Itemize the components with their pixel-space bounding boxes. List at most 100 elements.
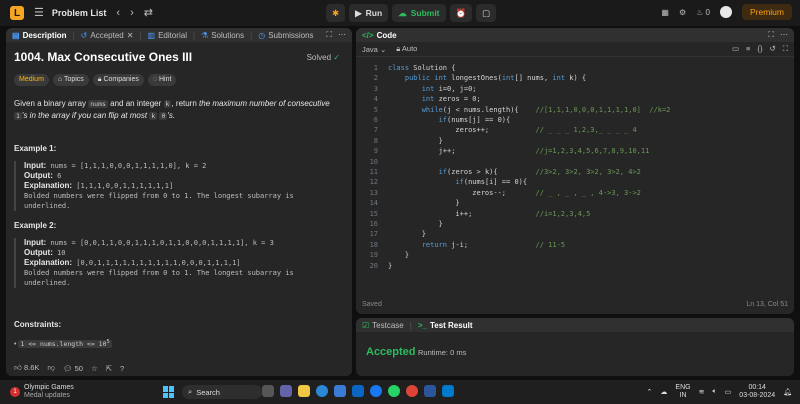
chrome-icon[interactable]	[406, 385, 418, 397]
code-line[interactable]: 4 int zeros = 0;	[356, 94, 794, 104]
code-line[interactable]: 11 if(zeros > k){ //3>2, 3>2, 3>2, 3>2, …	[356, 167, 794, 177]
task-view-icon[interactable]	[262, 385, 274, 397]
more-icon[interactable]: ⋯	[780, 30, 788, 40]
code-line[interactable]: 15 i++; //i=1,2,3,4,5	[356, 209, 794, 219]
store-icon[interactable]	[334, 385, 346, 397]
dislike-icon[interactable]: 👎︎	[47, 363, 55, 373]
code-line[interactable]: 8 }	[356, 136, 794, 146]
code-line[interactable]: 6 if(nums[j] == 0){	[356, 115, 794, 125]
code-line[interactable]: 20}	[356, 261, 794, 271]
close-icon[interactable]: ✕	[127, 31, 134, 40]
code-line[interactable]: 3 int i=0, j=0;	[356, 84, 794, 94]
top-bar: L ☰ Problem List ‹ › ⇄ ✱ ▶ Run ☁ Submit …	[0, 0, 800, 26]
tab-submissions-label: Submissions	[268, 30, 314, 40]
wifi-icon[interactable]: ≋	[699, 388, 705, 396]
language-indicator[interactable]: ENG IN	[675, 384, 690, 400]
expand-icon[interactable]: ⛶	[326, 30, 332, 40]
debug-button[interactable]: ✱	[326, 4, 346, 22]
leetcode-logo-icon[interactable]: L	[10, 6, 24, 20]
chevron-up-icon[interactable]: ⌃	[647, 388, 653, 396]
format-icon[interactable]: ≡	[746, 44, 750, 54]
settings-gear-icon[interactable]: ⚙	[679, 8, 686, 17]
terminal-icon: >_	[417, 320, 427, 330]
edge-icon[interactable]	[316, 385, 328, 397]
taskbar-search[interactable]: ⌕ Search	[182, 385, 262, 399]
timer-button[interactable]: ⏰	[449, 4, 473, 22]
code-line[interactable]: 16 }	[356, 219, 794, 229]
tab-description[interactable]: ▤ Description	[12, 31, 67, 40]
braces-icon[interactable]: {}	[757, 44, 762, 54]
code-line[interactable]: 9 j++; //j=1,2,3,4,5,6,7,8,9,10,11	[356, 146, 794, 156]
layout-grid-icon[interactable]: ▦	[661, 8, 669, 17]
windows-start-icon[interactable]	[163, 386, 175, 398]
problem-title[interactable]: 1004. Max Consecutive Ones III	[14, 50, 344, 64]
language-select[interactable]: Java ⌄	[362, 45, 386, 54]
prev-problem-icon[interactable]: ‹	[116, 0, 120, 26]
problem-list-icon[interactable]: ☰	[34, 0, 44, 26]
next-problem-icon[interactable]: ›	[130, 0, 134, 26]
file-explorer-icon[interactable]	[298, 385, 310, 397]
tab-test-result[interactable]: >_ Test Result	[418, 321, 473, 330]
streak-counter[interactable]: ♨ 0	[696, 8, 710, 17]
avatar[interactable]	[719, 6, 732, 18]
code-line[interactable]: 14 }	[356, 198, 794, 208]
tab-solutions[interactable]: ⚗ Solutions	[201, 31, 244, 40]
teams-icon[interactable]	[280, 385, 292, 397]
code-line[interactable]: 13 zeros--; // _ , _ , _ , 4->3, 3->2	[356, 188, 794, 198]
topics-tag[interactable]: ⌂ Topics	[52, 74, 89, 86]
share-icon[interactable]: ⇱	[106, 364, 112, 373]
code-line[interactable]: 7 zeros++; // _ _ _ 1,2,3,_ _ _ _ 4	[356, 125, 794, 135]
tab-editorial[interactable]: ▥ Editorial	[148, 31, 187, 40]
hint-label: Hint	[159, 76, 172, 83]
news-widget[interactable]: 1 Olympic Games Medal updates	[10, 384, 74, 400]
tab-submissions[interactable]: ◷ Submissions	[258, 31, 313, 40]
code-toolbar: Java ⌄ 🔒︎ Auto ▭ ≡ {} ↺ ⛶	[356, 42, 794, 57]
companies-tag[interactable]: 🔒︎ Companies	[92, 74, 144, 86]
notification-bell-icon[interactable]: 🔔︎	[783, 388, 792, 396]
code-text: if(nums[i] == 0){	[455, 178, 528, 187]
expand-icon[interactable]: ⛶	[768, 30, 774, 40]
code-line[interactable]: 2 public int longestOnes(int[] nums, int…	[356, 73, 794, 83]
notes-button[interactable]: ▢	[476, 4, 497, 22]
help-icon[interactable]: ?	[120, 364, 124, 373]
linkedin-icon[interactable]	[352, 385, 364, 397]
star-icon[interactable]: ☆	[91, 364, 98, 373]
premium-button[interactable]: Premium	[741, 4, 792, 20]
code-line[interactable]: 5 while(j < nums.length){ //[1,1,1,0,0,0…	[356, 105, 794, 115]
cloud-icon[interactable]: ☁	[660, 388, 667, 396]
bookmark-icon[interactable]: ▭	[732, 44, 739, 54]
clock[interactable]: 00:14 03-08-2024	[739, 384, 775, 400]
tab-testcase[interactable]: ☑ Testcase	[362, 321, 404, 330]
fullscreen-icon[interactable]: ⛶	[783, 44, 788, 54]
shuffle-icon[interactable]: ⇄	[144, 0, 153, 26]
hint-tag[interactable]: ◌ Hint	[147, 74, 177, 86]
whatsapp-icon[interactable]	[388, 385, 400, 397]
volume-icon[interactable]: 🔈︎	[712, 388, 716, 396]
facebook-icon[interactable]	[370, 385, 382, 397]
cloud-upload-icon: ☁	[398, 7, 407, 18]
problem-list-link[interactable]: Problem List	[52, 8, 107, 18]
code-line[interactable]: 10	[356, 157, 794, 167]
search-icon: ⌕	[188, 387, 193, 396]
tab-accepted[interactable]: ↺ Accepted ✕	[81, 31, 134, 40]
tab-code[interactable]: </> Code	[362, 31, 397, 40]
like-button[interactable]: 👍︎ 8.6K	[14, 363, 39, 373]
reset-icon[interactable]: ↺	[769, 44, 775, 54]
vscode-icon[interactable]	[442, 385, 454, 397]
more-icon[interactable]: ⋯	[338, 30, 346, 40]
battery-icon[interactable]: ▭	[725, 388, 732, 396]
code-line[interactable]: 18 return j-i; // 11-5	[356, 240, 794, 250]
news-headline: Olympic Games	[24, 384, 74, 391]
word-icon[interactable]	[424, 385, 436, 397]
code-line[interactable]: 19 }	[356, 250, 794, 260]
auto-mode[interactable]: 🔒︎ Auto	[396, 44, 417, 54]
code-line[interactable]: 17 }	[356, 229, 794, 239]
desc-emphasis: the maximum number of consecutive	[199, 99, 330, 108]
submit-button[interactable]: ☁ Submit	[392, 4, 446, 22]
code-line[interactable]: 1 class Solution {	[356, 63, 794, 73]
comment-button[interactable]: 💬︎ 50	[63, 364, 83, 373]
code-editor[interactable]: 1 class Solution {2 public int longestOne…	[356, 57, 794, 301]
code-line[interactable]: 12 if(nums[i] == 0){	[356, 177, 794, 187]
code-text: return j-i;	[421, 240, 536, 249]
run-button[interactable]: ▶ Run	[349, 4, 389, 22]
